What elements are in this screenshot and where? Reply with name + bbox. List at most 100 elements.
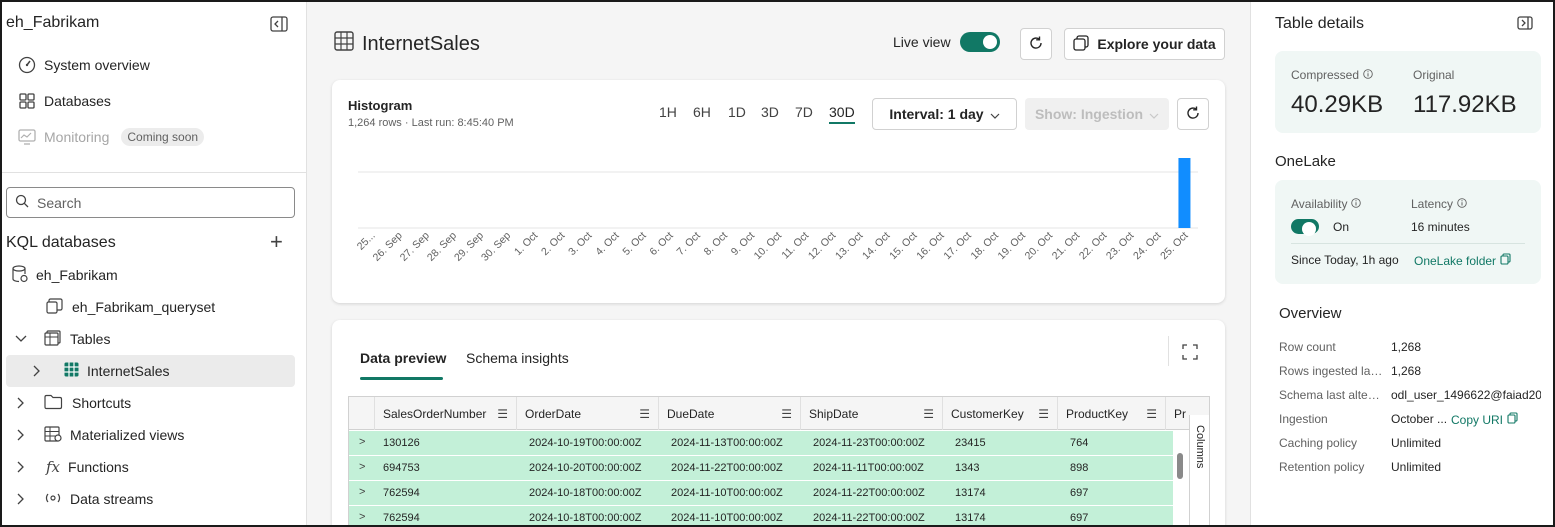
nav-label: Monitoring (44, 129, 110, 145)
live-view-toggle[interactable] (960, 32, 1000, 52)
column-menu-icon[interactable]: ☰ (1038, 407, 1049, 421)
refresh-button[interactable] (1020, 28, 1052, 60)
table-cell: 2024-11-22T00:00:00Z (671, 462, 783, 474)
collapse-sidebar-icon[interactable] (270, 16, 288, 32)
column-menu-icon[interactable]: ☰ (639, 407, 650, 421)
range-30d[interactable]: 30D (829, 104, 855, 124)
chart-tick-label: 12. Oct (806, 230, 838, 262)
live-view-label: Live view (893, 34, 951, 50)
column-header[interactable]: ProductKey ☰ (1058, 397, 1166, 430)
size-summary-box: Compressed 40.29KB Original 117.92KB (1275, 51, 1541, 133)
chart-tick-label: 2. Oct (539, 230, 567, 258)
info-icon[interactable] (1363, 68, 1373, 82)
table-icon (64, 362, 79, 380)
info-icon[interactable] (1351, 197, 1362, 211)
gauge-icon (18, 56, 36, 74)
coming-soon-badge: Coming soon (121, 128, 205, 146)
chart-tick-label: 30. Sep (479, 230, 513, 264)
tree-item-functions[interactable]: fx Functions (14, 451, 129, 483)
table-details-title: Table details (1275, 15, 1364, 32)
column-header[interactable]: CustomerKey ☰ (943, 397, 1058, 430)
onelake-title: OneLake (1275, 153, 1336, 170)
chart-tick-label: 15. Oct (887, 230, 919, 262)
table-cell: 697 (1070, 487, 1089, 499)
chevron-right-icon[interactable] (14, 397, 28, 409)
tab-schema-insights[interactable]: Schema insights (466, 350, 569, 366)
onelake-folder-label: OneLake folder (1414, 253, 1497, 268)
tree-item-shortcuts[interactable]: Shortcuts (14, 387, 131, 419)
latency-label-text: Latency (1411, 197, 1454, 211)
explore-label: Explore your data (1097, 36, 1216, 52)
chevron-down-icon[interactable] (14, 335, 28, 343)
chevron-right-icon[interactable]: > (359, 511, 365, 523)
range-3d[interactable]: 3D (761, 104, 779, 120)
active-tab-indicator (360, 377, 443, 380)
table-row[interactable]: > 694753 2024-10-20T00:00:00Z 2024-11-22… (349, 456, 1173, 481)
chevron-right-icon[interactable] (14, 429, 28, 441)
chart-bar[interactable] (1178, 158, 1191, 228)
tree-item-data-streams[interactable]: Data streams (14, 483, 153, 515)
chevron-right-icon[interactable] (14, 493, 28, 505)
collapse-panel-icon[interactable] (1517, 16, 1533, 33)
compressed-label: Compressed (1291, 68, 1373, 82)
columns-panel-label: Columns (1194, 425, 1206, 469)
nav-system-overview[interactable]: System overview (18, 53, 150, 77)
chart-tick-label: 21. Oct (1050, 230, 1082, 262)
table-row[interactable]: > 130126 2024-10-19T00:00:00Z 2024-11-13… (349, 431, 1173, 456)
chevron-right-icon[interactable] (30, 365, 44, 377)
overview-value: Unlimited (1391, 460, 1442, 474)
column-header[interactable]: ShipDate ☰ (801, 397, 943, 430)
availability-toggle[interactable] (1291, 219, 1319, 236)
grid-icon (18, 92, 36, 110)
info-icon[interactable] (1457, 197, 1467, 211)
chevron-right-icon[interactable]: > (359, 486, 365, 498)
range-1h[interactable]: 1H (659, 104, 677, 120)
nav-databases[interactable]: Databases (18, 89, 111, 113)
availability-label-text: Availability (1291, 197, 1348, 211)
chevron-right-icon[interactable] (14, 461, 28, 473)
tables-icon (44, 329, 62, 349)
tree-item-queryset[interactable]: eh_Fabrikam_queryset (46, 291, 215, 323)
tree-item-database[interactable]: eh_Fabrikam (12, 259, 118, 291)
range-7d[interactable]: 7D (795, 104, 813, 120)
column-menu-icon[interactable]: ☰ (1146, 407, 1157, 421)
interval-dropdown[interactable]: Interval: 1 day (872, 98, 1017, 130)
tab-data-preview[interactable]: Data preview (360, 350, 446, 366)
table-cell: 2024-10-18T00:00:00Z (529, 487, 642, 499)
tree-label: Shortcuts (72, 395, 132, 411)
table-cell: 694753 (383, 462, 420, 474)
explore-data-button[interactable]: Explore your data (1064, 28, 1225, 60)
chevron-right-icon[interactable]: > (359, 461, 365, 473)
interval-label: Interval: 1 day (889, 106, 984, 122)
overview-value: October ... (1391, 412, 1448, 426)
column-header[interactable]: DueDate ☰ (659, 397, 801, 430)
copy-uri-link[interactable]: Copy URI (1451, 412, 1518, 427)
divider (1168, 336, 1169, 366)
column-header[interactable]: SalesOrderNumber ☰ (375, 397, 517, 430)
table-row[interactable]: > 762594 2024-10-18T00:00:00Z 2024-11-10… (349, 506, 1173, 525)
column-menu-icon[interactable]: ☰ (781, 407, 792, 421)
column-header-label: DueDate (667, 406, 715, 421)
latency-value: 16 minutes (1411, 220, 1470, 234)
add-icon[interactable]: + (270, 231, 283, 253)
overview-row: Schema last altere... odl_user_1496622@f… (1279, 388, 1545, 408)
columns-panel-toggle[interactable]: Columns (1189, 415, 1209, 525)
folder-link-icon (44, 394, 64, 413)
table-row[interactable]: > 762594 2024-10-18T00:00:00Z 2024-11-10… (349, 481, 1173, 506)
tree-item-internetsales[interactable]: InternetSales (6, 355, 295, 387)
scrollbar-thumb[interactable] (1177, 453, 1183, 479)
tree-item-materialized-views[interactable]: Materialized views (14, 419, 184, 451)
column-menu-icon[interactable]: ☰ (923, 407, 934, 421)
column-header[interactable]: OrderDate ☰ (517, 397, 659, 430)
range-6h[interactable]: 6H (693, 104, 711, 120)
tree-item-tables[interactable]: Tables (14, 323, 110, 355)
histogram-refresh-button[interactable] (1177, 98, 1209, 130)
materialized-view-icon (44, 425, 62, 445)
column-menu-icon[interactable]: ☰ (497, 407, 508, 421)
onelake-folder-link[interactable]: OneLake folder (1414, 253, 1511, 268)
range-1d[interactable]: 1D (728, 104, 746, 120)
monitor-icon (18, 128, 36, 146)
expand-icon[interactable] (1182, 344, 1198, 363)
chevron-right-icon[interactable]: > (359, 436, 365, 448)
search-input[interactable]: Search (6, 187, 295, 218)
